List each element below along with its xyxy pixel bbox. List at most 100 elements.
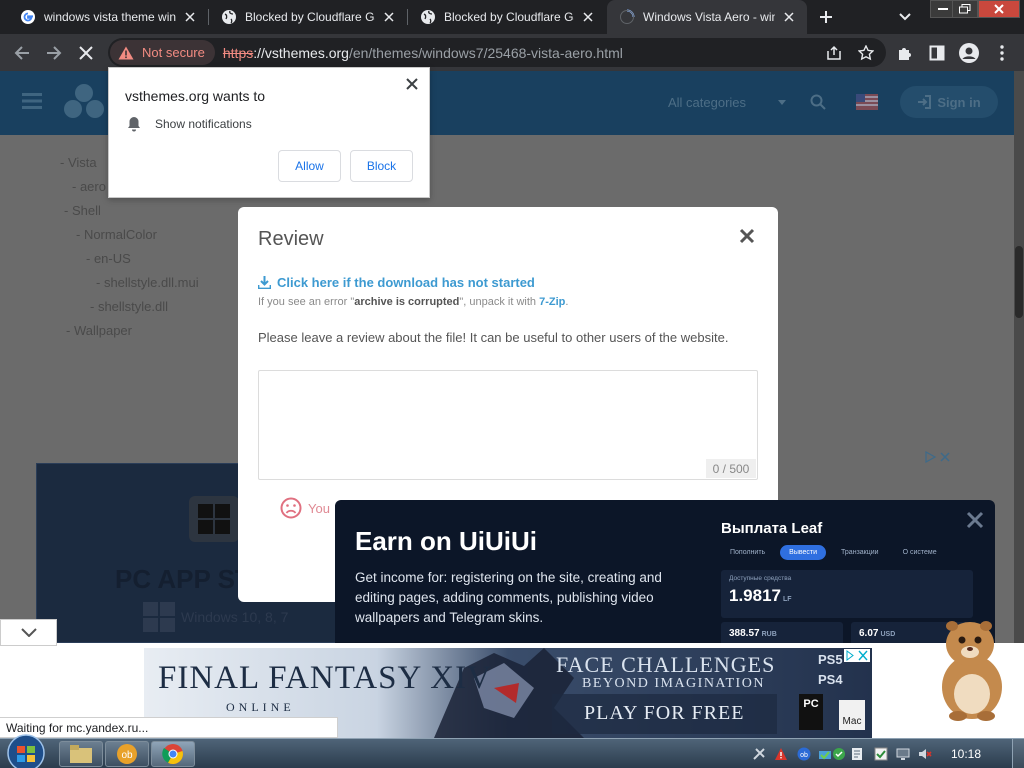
ob-app-icon: ob bbox=[117, 744, 137, 764]
scrollbar-thumb[interactable] bbox=[1015, 246, 1023, 318]
ad-title: PC APP ST bbox=[115, 564, 251, 594]
allow-button[interactable]: Allow bbox=[278, 150, 341, 182]
ad-logo bbox=[189, 496, 239, 542]
tab-cloudflare-2[interactable]: Blocked by Cloudflare Ga bbox=[408, 0, 606, 34]
browser-menu-button[interactable] bbox=[989, 40, 1015, 66]
windows-logo-icon bbox=[143, 602, 175, 632]
seven-zip-link[interactable]: 7-Zip bbox=[539, 296, 565, 308]
tab-title: Blocked by Cloudflare Ga bbox=[444, 10, 574, 24]
window-close-button[interactable] bbox=[978, 0, 1020, 18]
side-panel-button[interactable] bbox=[924, 40, 950, 66]
tab-close-icon[interactable] bbox=[578, 7, 598, 27]
rub-unit: RUB bbox=[761, 631, 777, 638]
rating-option[interactable]: You bbox=[280, 497, 330, 519]
hint-error: archive is corrupted bbox=[354, 296, 460, 308]
tab-google-search[interactable]: windows vista theme win bbox=[8, 0, 208, 34]
show-desktop-button[interactable] bbox=[1012, 739, 1024, 768]
close-icon bbox=[994, 4, 1004, 14]
tab-close-icon[interactable] bbox=[180, 7, 200, 27]
payout-tab: Транзакции bbox=[841, 549, 879, 556]
tab-close-icon[interactable] bbox=[779, 7, 799, 27]
extensions-button[interactable] bbox=[892, 40, 918, 66]
taskbar-chrome[interactable] bbox=[151, 741, 195, 767]
category-select[interactable]: All categories bbox=[668, 95, 746, 110]
arrow-left-icon bbox=[14, 46, 29, 60]
forward-button[interactable] bbox=[41, 40, 67, 66]
tab-close-icon[interactable] bbox=[379, 7, 399, 27]
windows-logo-icon bbox=[198, 504, 230, 534]
warning-icon bbox=[118, 46, 134, 59]
minimize-icon bbox=[938, 8, 948, 10]
banner-tagline-1: FACE CHALLENGES bbox=[556, 652, 776, 677]
share-button[interactable] bbox=[821, 40, 847, 66]
bell-icon bbox=[128, 117, 140, 132]
tab-title: Blocked by Cloudflare Ga bbox=[245, 10, 375, 24]
notification-permission-popup: vsthemes.org wants to Show notifications… bbox=[108, 67, 430, 198]
taskbar-explorer[interactable] bbox=[59, 741, 103, 767]
tab-cloudflare-1[interactable]: Blocked by Cloudflare Ga bbox=[209, 0, 407, 34]
close-icon[interactable] bbox=[738, 227, 756, 245]
security-chip[interactable]: Not secure bbox=[110, 40, 215, 65]
tab-search-button[interactable] bbox=[893, 5, 917, 29]
tray-tools-icon[interactable] bbox=[752, 747, 766, 761]
usd-amount: 6.07 bbox=[859, 628, 879, 639]
payout-tabs: Пополнить Вывести Транзакции О системе bbox=[721, 545, 952, 560]
tray-document-icon[interactable] bbox=[850, 747, 864, 761]
mac-badge: Mac bbox=[839, 700, 865, 730]
balance-amount: 1.9817 bbox=[729, 586, 781, 605]
sign-in-button[interactable]: Sign in bbox=[900, 86, 998, 118]
balance-unit: LF bbox=[783, 596, 792, 603]
tray-checkbox-icon[interactable] bbox=[874, 747, 888, 761]
hamburger-menu-icon[interactable] bbox=[22, 93, 42, 109]
url-text: https://vsthemes.org/en/themes/windows7/… bbox=[223, 45, 623, 61]
payout-tab: О системе bbox=[902, 549, 937, 556]
loading-spinner-icon bbox=[620, 9, 635, 24]
profile-button[interactable] bbox=[956, 40, 982, 66]
globe-icon bbox=[421, 10, 435, 24]
more-vertical-icon bbox=[1000, 45, 1004, 61]
tray-sync-icon[interactable] bbox=[832, 747, 846, 761]
taskbar-clock[interactable]: 10:18 bbox=[951, 747, 981, 761]
tray-network-shield-icon[interactable] bbox=[818, 747, 832, 761]
share-icon bbox=[827, 45, 841, 60]
tray-monitor-icon[interactable] bbox=[896, 747, 910, 761]
ad-choices-icon[interactable] bbox=[924, 451, 952, 463]
start-button-icon[interactable] bbox=[4, 732, 48, 768]
tab-strip: windows vista theme win Blocked by Cloud… bbox=[0, 0, 1024, 34]
plus-icon bbox=[820, 11, 832, 23]
bookmark-button[interactable] bbox=[853, 40, 879, 66]
chevron-down-icon bbox=[899, 13, 911, 21]
close-icon[interactable] bbox=[405, 77, 419, 91]
sign-in-icon bbox=[918, 95, 932, 109]
ad-choices-icon[interactable] bbox=[844, 649, 870, 662]
back-button[interactable] bbox=[9, 40, 35, 66]
tray-warning-icon[interactable] bbox=[774, 747, 788, 761]
tray-ob-icon[interactable]: ob bbox=[797, 747, 811, 761]
usd-unit: USD bbox=[880, 631, 896, 638]
windows-taskbar: ob ob 10:18 bbox=[0, 734, 1024, 768]
download-link[interactable]: Click here if the download has not start… bbox=[258, 275, 535, 290]
close-icon[interactable] bbox=[965, 510, 985, 530]
flag-us-icon[interactable] bbox=[856, 94, 878, 110]
review-textarea[interactable] bbox=[258, 370, 758, 480]
collapse-ad-button[interactable] bbox=[0, 619, 57, 646]
pc-badge: PC bbox=[799, 694, 823, 730]
page-scrollbar[interactable] bbox=[1014, 71, 1024, 643]
block-button[interactable]: Block bbox=[350, 150, 413, 182]
tray-volume-muted-icon[interactable] bbox=[918, 747, 932, 761]
download-link-label: Click here if the download has not start… bbox=[277, 275, 535, 290]
modal-title: Review bbox=[258, 228, 324, 250]
site-logo-icon[interactable] bbox=[64, 83, 104, 119]
maximize-button[interactable] bbox=[952, 0, 978, 18]
tab-title: windows vista theme win bbox=[44, 10, 176, 24]
hamster-mascot-icon bbox=[942, 621, 1002, 721]
globe-icon bbox=[222, 10, 236, 24]
stop-x-icon bbox=[79, 46, 93, 60]
tab-vista-aero[interactable]: Windows Vista Aero - win bbox=[607, 0, 807, 34]
address-bar[interactable]: Not secure https://vsthemes.org/en/theme… bbox=[108, 38, 886, 67]
taskbar-ob-app[interactable]: ob bbox=[105, 741, 149, 767]
stop-button[interactable] bbox=[73, 40, 99, 66]
search-icon[interactable] bbox=[810, 94, 826, 110]
new-tab-button[interactable] bbox=[814, 5, 838, 29]
play-free-cta[interactable]: PLAY FOR FREE bbox=[584, 702, 744, 725]
